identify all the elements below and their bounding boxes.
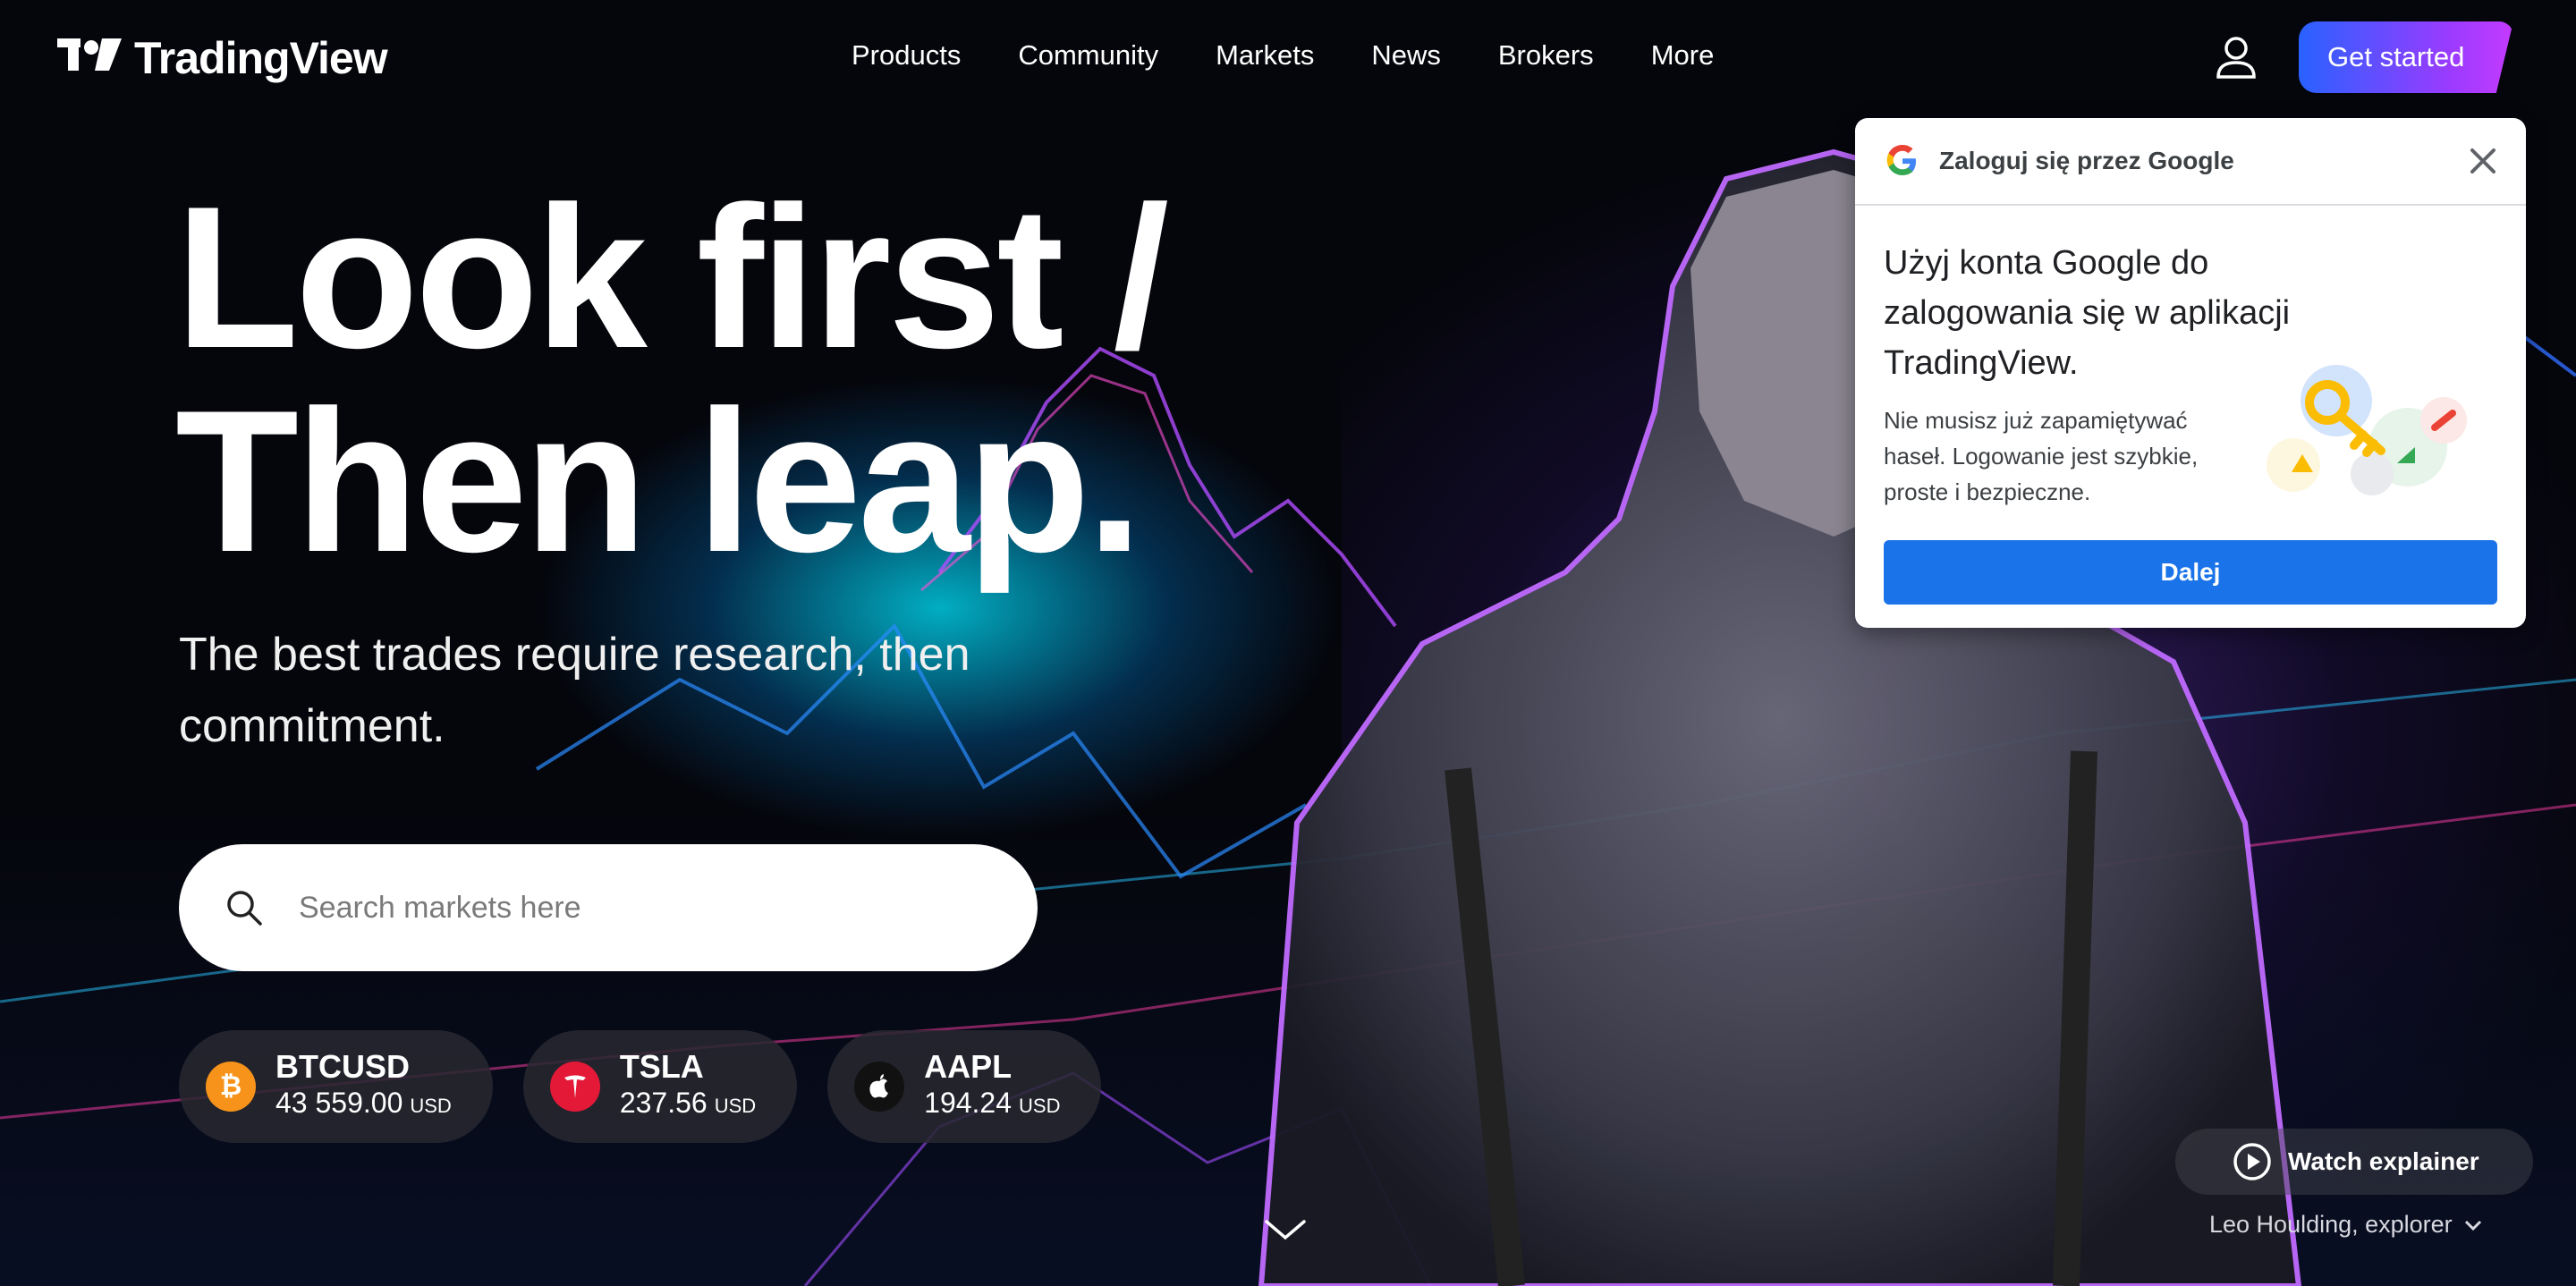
watch-explainer-label: Watch explainer bbox=[2288, 1147, 2479, 1175]
hero-title: Look first / Then leap. bbox=[175, 164, 1169, 594]
google-popup-header-title: Zaloguj się przez Google bbox=[1939, 147, 2234, 174]
ticker-info: BTCUSD 43 559.00 USD bbox=[275, 1049, 452, 1124]
get-started-button[interactable]: Get started bbox=[2299, 21, 2513, 93]
nav-item-products[interactable]: Products bbox=[823, 36, 989, 75]
bitcoin-icon: ₿ bbox=[206, 1062, 256, 1112]
play-icon bbox=[2233, 1143, 2271, 1180]
tesla-icon bbox=[549, 1062, 600, 1112]
market-search-box[interactable] bbox=[179, 844, 1038, 971]
nav-item-more[interactable]: More bbox=[1623, 36, 1743, 75]
explorer-caption[interactable]: Leo Houlding, explorer bbox=[2209, 1211, 2483, 1239]
brand-name: TradingView bbox=[134, 33, 388, 83]
passkey-illustration-icon bbox=[2267, 365, 2467, 495]
ticker-list: ₿ BTCUSD 43 559.00 USD TSLA 237.56 USD AAP… bbox=[179, 1030, 1102, 1143]
tradingview-logo-icon bbox=[57, 38, 122, 71]
ticker-price-row: 43 559.00 USD bbox=[275, 1085, 452, 1124]
hero-title-line-2: Then leap. bbox=[175, 368, 1143, 594]
ticker-info: AAPL 194.24 USD bbox=[924, 1049, 1060, 1124]
ticker-info: TSLA 237.56 USD bbox=[620, 1049, 756, 1124]
close-icon[interactable] bbox=[2467, 145, 2499, 177]
nav-item-news[interactable]: News bbox=[1343, 36, 1470, 75]
ticker-price-row: 237.56 USD bbox=[620, 1085, 756, 1124]
explorer-caption-text: Leo Houlding, explorer bbox=[2209, 1211, 2453, 1238]
ticker-price: 194.24 bbox=[924, 1087, 1013, 1119]
search-icon bbox=[227, 891, 262, 926]
google-popup-description: Nie musisz już zapamiętywać haseł. Logow… bbox=[1884, 407, 2199, 505]
ticker-currency: USD bbox=[410, 1095, 452, 1117]
scroll-down-chevron-icon[interactable] bbox=[1263, 1216, 1308, 1243]
site-header: TradingView Products Community Markets N… bbox=[0, 0, 2576, 114]
google-signin-popup: Zaloguj się przez Google Użyj konta Goog… bbox=[1855, 118, 2526, 628]
ticker-tsla[interactable]: TSLA 237.56 USD bbox=[522, 1030, 798, 1143]
watch-explainer-button[interactable]: Watch explainer bbox=[2175, 1129, 2533, 1195]
nav-item-community[interactable]: Community bbox=[989, 36, 1187, 75]
hero-subtitle: The best trades require research, then c… bbox=[179, 629, 970, 752]
ticker-price-row: 194.24 USD bbox=[924, 1085, 1060, 1124]
tradingview-logo[interactable]: TradingView bbox=[57, 32, 388, 84]
ticker-price: 237.56 bbox=[619, 1087, 708, 1119]
nav-item-brokers[interactable]: Brokers bbox=[1470, 36, 1623, 75]
ticker-symbol: TSLA bbox=[619, 1048, 704, 1085]
apple-icon bbox=[854, 1062, 905, 1112]
chevron-down-icon bbox=[2464, 1220, 2481, 1231]
ticker-currency: USD bbox=[714, 1095, 757, 1117]
ticker-symbol: BTCUSD bbox=[275, 1048, 410, 1085]
ticker-btcusd[interactable]: ₿ BTCUSD 43 559.00 USD bbox=[179, 1030, 493, 1143]
nav-item-markets[interactable]: Markets bbox=[1187, 36, 1343, 75]
main-nav: Products Community Markets News Brokers … bbox=[823, 36, 1742, 75]
ticker-currency: USD bbox=[1019, 1095, 1061, 1117]
hero-title-line-1: Look first / bbox=[175, 164, 1169, 390]
user-icon[interactable] bbox=[2213, 34, 2259, 80]
google-logo-icon bbox=[1886, 145, 1916, 175]
search-input[interactable] bbox=[297, 889, 927, 926]
ticker-aapl[interactable]: AAPL 194.24 USD bbox=[827, 1030, 1102, 1143]
ticker-symbol: AAPL bbox=[924, 1048, 1013, 1085]
google-popup-header: Zaloguj się przez Google bbox=[1855, 118, 2526, 206]
ticker-price: 43 559.00 bbox=[275, 1087, 403, 1119]
google-continue-button[interactable]: Dalej bbox=[1884, 540, 2497, 605]
